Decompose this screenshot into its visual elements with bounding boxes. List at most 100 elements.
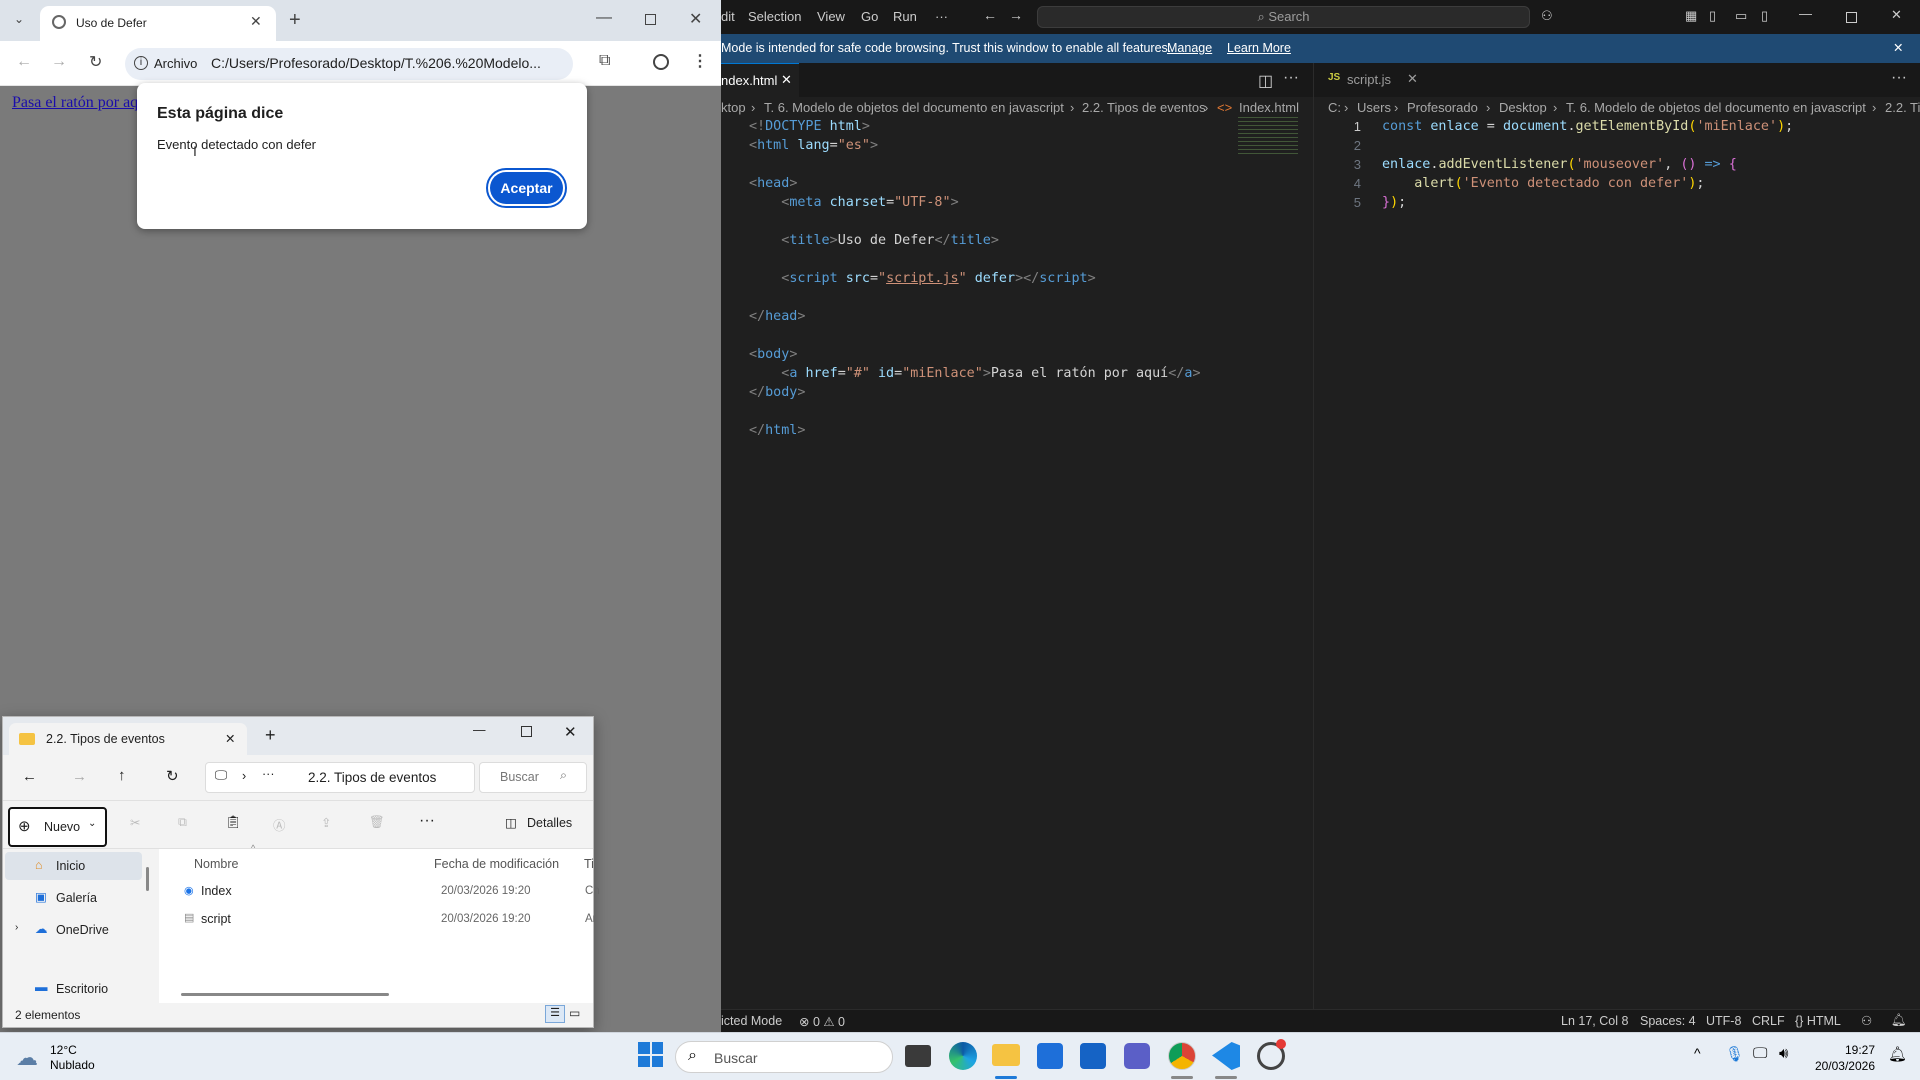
network-icon[interactable]: 🖵︎ <box>1753 1045 1767 1062</box>
explorer-search[interactable]: Buscar ⌕ <box>479 762 587 793</box>
menu-run[interactable]: Run <box>893 9 917 24</box>
clock-date[interactable]: 20/03/2026 <box>1807 1059 1875 1073</box>
toggle-secondary-sidebar-icon[interactable]: ▯ <box>1761 8 1768 24</box>
status-language[interactable]: {} HTML <box>1795 1014 1841 1028</box>
close-tab-icon[interactable]: ✕ <box>225 731 235 746</box>
volume-icon[interactable]: 🔊︎ <box>1779 1045 1788 1062</box>
status-restricted-mode[interactable]: icted Mode <box>721 1014 782 1028</box>
tab-search-icon[interactable]: ⌄ <box>14 12 24 26</box>
nav-forward-icon[interactable]: → <box>1009 7 1023 23</box>
split-editor-icon[interactable]: ◫ <box>1258 71 1273 91</box>
crumb-users[interactable]: Users <box>1357 100 1391 115</box>
weather-desc[interactable]: Nublado <box>50 1058 95 1072</box>
nav-scrollbar[interactable] <box>146 867 149 891</box>
nav-item-home[interactable]: ⌂ Inicio <box>5 852 142 880</box>
more-options-icon[interactable]: ··· <box>419 812 435 830</box>
banner-close-icon[interactable]: ✕ <box>1893 40 1903 55</box>
index-html-code[interactable]: <!DOCTYPE html> <html lang="es"> <head> <… <box>749 117 1249 440</box>
minimize-icon[interactable]: — <box>473 723 486 737</box>
command-center[interactable]: ⌕ Search <box>1037 6 1530 28</box>
copy-icon[interactable]: ⧉ <box>178 815 187 830</box>
close-window-icon[interactable]: ✕ <box>689 9 702 29</box>
accept-button[interactable]: Aceptar <box>490 172 563 204</box>
crumb-folder[interactable]: T. 6. Modelo de objetos del documento en… <box>764 100 1064 115</box>
minimap[interactable] <box>1238 117 1298 155</box>
address-bar[interactable]: i Archivo C:/Users/Profesorado/Desktop/T… <box>125 48 573 80</box>
task-view-icon[interactable] <box>905 1045 931 1067</box>
reload-icon[interactable]: ↻ <box>89 52 102 72</box>
microphone-icon[interactable]: 🎙︎ <box>1725 1045 1744 1063</box>
editor-group-divider[interactable] <box>1313 63 1314 1009</box>
delete-icon[interactable]: 🗑︎ <box>369 815 385 830</box>
path-more-icon[interactable]: ··· <box>262 767 275 781</box>
menu-go[interactable]: Go <box>861 9 878 24</box>
nav-item-desktop[interactable]: ▬ Escritorio <box>5 976 142 996</box>
file-explorer-taskbar-icon[interactable] <box>992 1044 1020 1066</box>
back-icon[interactable]: ← <box>22 768 37 785</box>
expand-chevron-icon[interactable]: › <box>15 922 18 933</box>
new-button[interactable]: ⊕ Nuevo ⌄ <box>8 807 107 847</box>
vs-close-icon[interactable]: ✕ <box>1891 7 1902 23</box>
nav-item-onedrive[interactable]: › ☁ OneDrive <box>5 916 142 944</box>
profile-icon[interactable] <box>653 54 669 70</box>
copilot-icon[interactable]: ⚇ <box>1541 8 1553 24</box>
teams-icon[interactable] <box>1124 1043 1150 1069</box>
info-icon[interactable]: i <box>134 56 148 70</box>
close-tab-icon[interactable]: ✕ <box>250 13 262 30</box>
weather-temp[interactable]: 12°C <box>50 1043 77 1057</box>
paste-icon[interactable]: 📋︎ <box>225 815 241 830</box>
outlook-icon[interactable] <box>1080 1043 1106 1069</box>
vs-minimize-icon[interactable]: — <box>1799 6 1812 21</box>
details-label[interactable]: Detalles <box>527 816 572 830</box>
path-text[interactable]: 2.2. Tipos de eventos <box>308 770 436 785</box>
notifications-bell-icon[interactable]: 🔔︎ <box>1891 1013 1907 1028</box>
page-link[interactable]: Pasa el ratón por aquí <box>12 94 140 112</box>
status-indentation[interactable]: Spaces: 4 <box>1640 1014 1696 1028</box>
tab-index-html[interactable]: ndex.html ✕ <box>721 63 799 97</box>
menu-view[interactable]: View <box>817 9 845 24</box>
menu-icon[interactable]: ⋮ <box>692 51 708 71</box>
close-window-icon[interactable]: ✕ <box>564 723 577 741</box>
crumb-drive[interactable]: C: <box>1328 100 1341 115</box>
copilot-status-icon[interactable]: ⚇ <box>1861 1013 1872 1028</box>
menu-selection[interactable]: Selection <box>748 9 801 24</box>
crumb-desktop[interactable]: Desktop <box>1499 100 1547 115</box>
maximize-icon[interactable] <box>521 726 532 737</box>
back-icon[interactable]: ← <box>16 53 32 71</box>
crumb-subfolder[interactable]: 2.2. Tipos de eventos <box>1082 100 1206 115</box>
column-type[interactable]: Ti <box>584 857 594 871</box>
tiles-view-icon[interactable]: ▭ <box>569 1006 580 1020</box>
store-icon[interactable] <box>1037 1043 1063 1069</box>
vs-maximize-icon[interactable] <box>1846 12 1857 23</box>
explorer-tab[interactable]: 2.2. Tipos de eventos ✕ <box>9 723 247 755</box>
refresh-icon[interactable]: ↻ <box>166 767 179 785</box>
start-windows-icon[interactable] <box>638 1042 663 1067</box>
notifications-icon[interactable]: 🔔︎ <box>1888 1045 1907 1063</box>
nav-back-icon[interactable]: ← <box>983 7 997 23</box>
tab-close-icon[interactable]: ✕ <box>781 72 792 88</box>
clock-time[interactable]: 19:27 <box>1815 1043 1875 1057</box>
column-date[interactable]: Fecha de modificación <box>434 857 559 871</box>
file-row[interactable]: ◉ Index 20/03/2026 19:20 Ch <box>159 877 600 905</box>
horizontal-scrollbar[interactable] <box>181 993 389 996</box>
show-hidden-icons-icon[interactable]: ^ <box>1694 1045 1701 1061</box>
minimize-icon[interactable]: — <box>596 9 612 27</box>
menu-more[interactable]: ··· <box>935 9 948 24</box>
chrome-icon[interactable] <box>1168 1042 1196 1070</box>
tab-close-icon[interactable]: ✕ <box>1407 71 1418 87</box>
file-row[interactable]: ▤ script 20/03/2026 19:20 Ar <box>159 905 597 933</box>
layout-customize-icon[interactable]: ▦ <box>1685 8 1697 24</box>
new-tab-icon[interactable]: + <box>289 9 301 32</box>
taskbar-search[interactable]: ⌕ Buscar <box>675 1041 893 1073</box>
rename-icon[interactable]: Ⓐ <box>273 815 286 834</box>
vscode-icon[interactable] <box>1212 1042 1240 1070</box>
menu-edit[interactable]: dit <box>721 9 735 24</box>
nav-item-gallery[interactable]: ▣ Galería <box>5 884 142 912</box>
crumb-profesorado[interactable]: Profesorado <box>1407 100 1478 115</box>
cut-icon[interactable]: ✂ <box>130 815 140 830</box>
banner-learn-more-link[interactable]: Learn More <box>1227 41 1291 55</box>
explorer-address-bar[interactable]: 🖵︎ › ··· 2.2. Tipos de eventos <box>205 762 475 793</box>
details-view-icon[interactable]: ☰ <box>545 1005 565 1023</box>
column-name[interactable]: Nombre <box>194 857 238 871</box>
toggle-sidebar-icon[interactable]: ▯ <box>1709 8 1716 24</box>
